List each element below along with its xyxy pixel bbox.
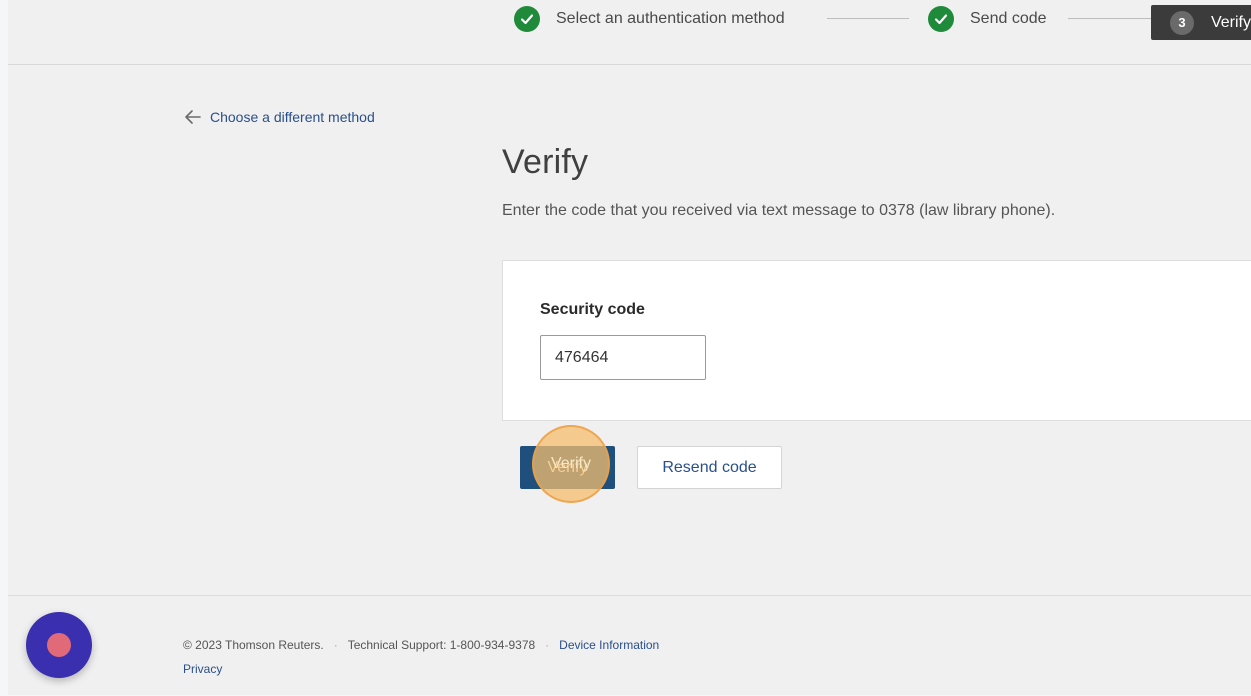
step-connector [827,18,909,19]
privacy-link[interactable]: Privacy [183,662,222,676]
check-circle-icon [928,6,954,32]
step-number: 3 [1170,10,1194,35]
security-code-input[interactable] [540,335,706,380]
step-verify-current: 3 Verify [1151,5,1251,40]
security-code-label: Security code [540,301,645,318]
instructions-text: Enter the code that you received via tex… [502,202,1056,219]
verify-button[interactable]: Verify [520,446,615,489]
step-label: Select an authentication method [556,10,785,27]
security-code-card: Security code [502,260,1251,421]
check-circle-icon [514,6,540,32]
footer-line: © 2023 Thomson Reuters. · Technical Supp… [183,638,659,652]
arrow-left-icon [185,110,201,124]
footer-separator: · [545,638,550,652]
step-label: Verify [1210,13,1251,31]
progress-stepper: Select an authentication method Send cod… [8,0,1251,65]
copyright-text: © 2023 Thomson Reuters. [183,638,324,652]
page-canvas: Select an authentication method Send cod… [8,0,1251,695]
footer-separator: · [333,638,338,652]
footer: © 2023 Thomson Reuters. · Technical Supp… [8,595,1251,696]
step-select-method: Select an authentication method [514,6,785,32]
choose-different-method-link[interactable]: Choose a different method [183,107,375,127]
chat-launcher-button[interactable] [26,612,92,678]
step-label: Send code [970,10,1047,27]
technical-support-text: Technical Support: 1-800-934-9378 [347,638,536,652]
back-link-label: Choose a different method [210,109,375,125]
page-title: Verify [502,143,589,181]
chat-icon [47,633,71,657]
device-information-link[interactable]: Device Information [559,638,659,652]
step-connector [1068,18,1151,19]
resend-code-button[interactable]: Resend code [637,446,782,489]
step-send-code: Send code [928,6,1047,32]
